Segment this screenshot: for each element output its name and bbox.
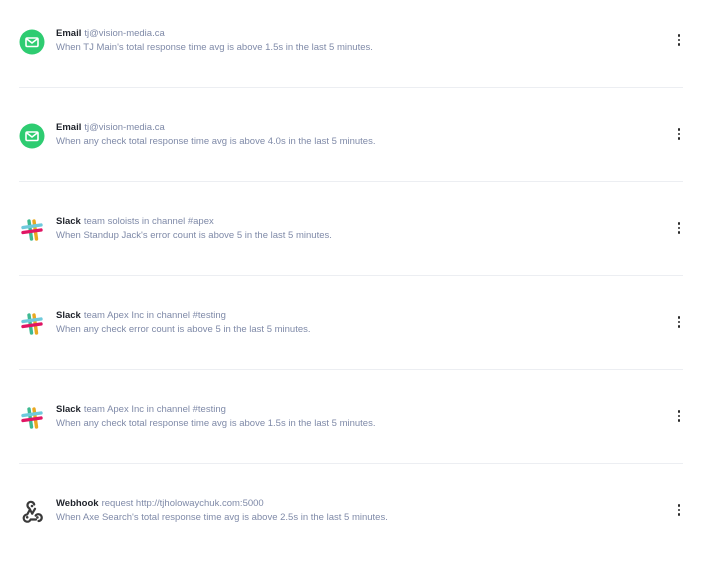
alert-summary: Slack team Apex Inc in channel #testing: [56, 309, 641, 322]
alert-item[interactable]: Slack team soloists in channel #apex When…: [0, 188, 701, 282]
slack-icon: [19, 405, 45, 431]
more-options-icon[interactable]: [672, 219, 686, 237]
alert-condition: When any check total response time avg i…: [56, 418, 376, 429]
alert-text: Email tj@vision-media.ca When TJ Main's t…: [56, 27, 641, 54]
divider: [19, 369, 683, 370]
alert-text: Slack team soloists in channel #apex When…: [56, 215, 641, 242]
more-options-icon[interactable]: [672, 313, 686, 331]
alert-target: team soloists in channel #apex: [83, 216, 214, 227]
alert-condition: When any check error count is above 5 in…: [56, 324, 311, 335]
divider: [19, 87, 683, 88]
more-options-icon[interactable]: [672, 125, 686, 143]
alert-target: tj@vision-media.ca: [84, 28, 165, 39]
alert-item[interactable]: Email tj@vision-media.ca When any check t…: [0, 94, 701, 188]
alert-target: request http://tjholowaychuk.com:5000: [101, 498, 264, 509]
webhook-icon: [19, 499, 45, 525]
email-icon: [19, 123, 45, 149]
slack-icon: [19, 311, 45, 337]
alert-summary: Slack team soloists in channel #apex: [56, 215, 641, 228]
alert-item[interactable]: Slack team Apex Inc in channel #testing W…: [0, 282, 701, 376]
alert-item[interactable]: Slack team Apex Inc in channel #testing W…: [0, 376, 701, 470]
alert-type: Webhook: [56, 498, 99, 509]
alert-type: Email: [56, 122, 82, 133]
email-icon: [19, 29, 45, 55]
alert-target: team Apex Inc in channel #testing: [83, 404, 226, 415]
alert-condition: When TJ Main's total response time avg i…: [56, 42, 373, 53]
alert-condition: When any check total response time avg i…: [56, 136, 376, 147]
alert-item[interactable]: Email tj@vision-media.ca When TJ Main's t…: [0, 0, 701, 94]
more-options-icon[interactable]: [672, 407, 686, 425]
alert-text: Email tj@vision-media.ca When any check t…: [56, 121, 641, 148]
alert-condition: When Standup Jack's error count is above…: [56, 230, 332, 241]
more-options-icon[interactable]: [672, 31, 686, 49]
alert-summary: Email tj@vision-media.ca: [56, 27, 641, 40]
alert-target: team Apex Inc in channel #testing: [83, 310, 226, 321]
divider: [19, 181, 683, 182]
alert-condition: When Axe Search's total response time av…: [56, 512, 388, 523]
divider: [19, 463, 683, 464]
alert-type: Slack: [56, 216, 81, 227]
alert-target: tj@vision-media.ca: [84, 122, 165, 133]
alert-type: Slack: [56, 404, 81, 415]
alert-text: Slack team Apex Inc in channel #testing W…: [56, 309, 641, 336]
more-options-icon[interactable]: [672, 501, 686, 519]
alert-item[interactable]: Webhook request http://tjholowaychuk.com:…: [0, 470, 701, 564]
slack-icon: [19, 217, 45, 243]
alerts-list: Email tj@vision-media.ca When TJ Main's t…: [0, 0, 701, 559]
alert-summary: Slack team Apex Inc in channel #testing: [56, 403, 641, 416]
alert-type: Slack: [56, 310, 81, 321]
alert-type: Email: [56, 28, 82, 39]
alert-summary: Webhook request http://tjholowaychuk.com:…: [56, 497, 641, 510]
alert-summary: Email tj@vision-media.ca: [56, 121, 641, 134]
alert-text: Webhook request http://tjholowaychuk.com:…: [56, 497, 641, 524]
alert-text: Slack team Apex Inc in channel #testing W…: [56, 403, 641, 430]
divider: [19, 275, 683, 276]
